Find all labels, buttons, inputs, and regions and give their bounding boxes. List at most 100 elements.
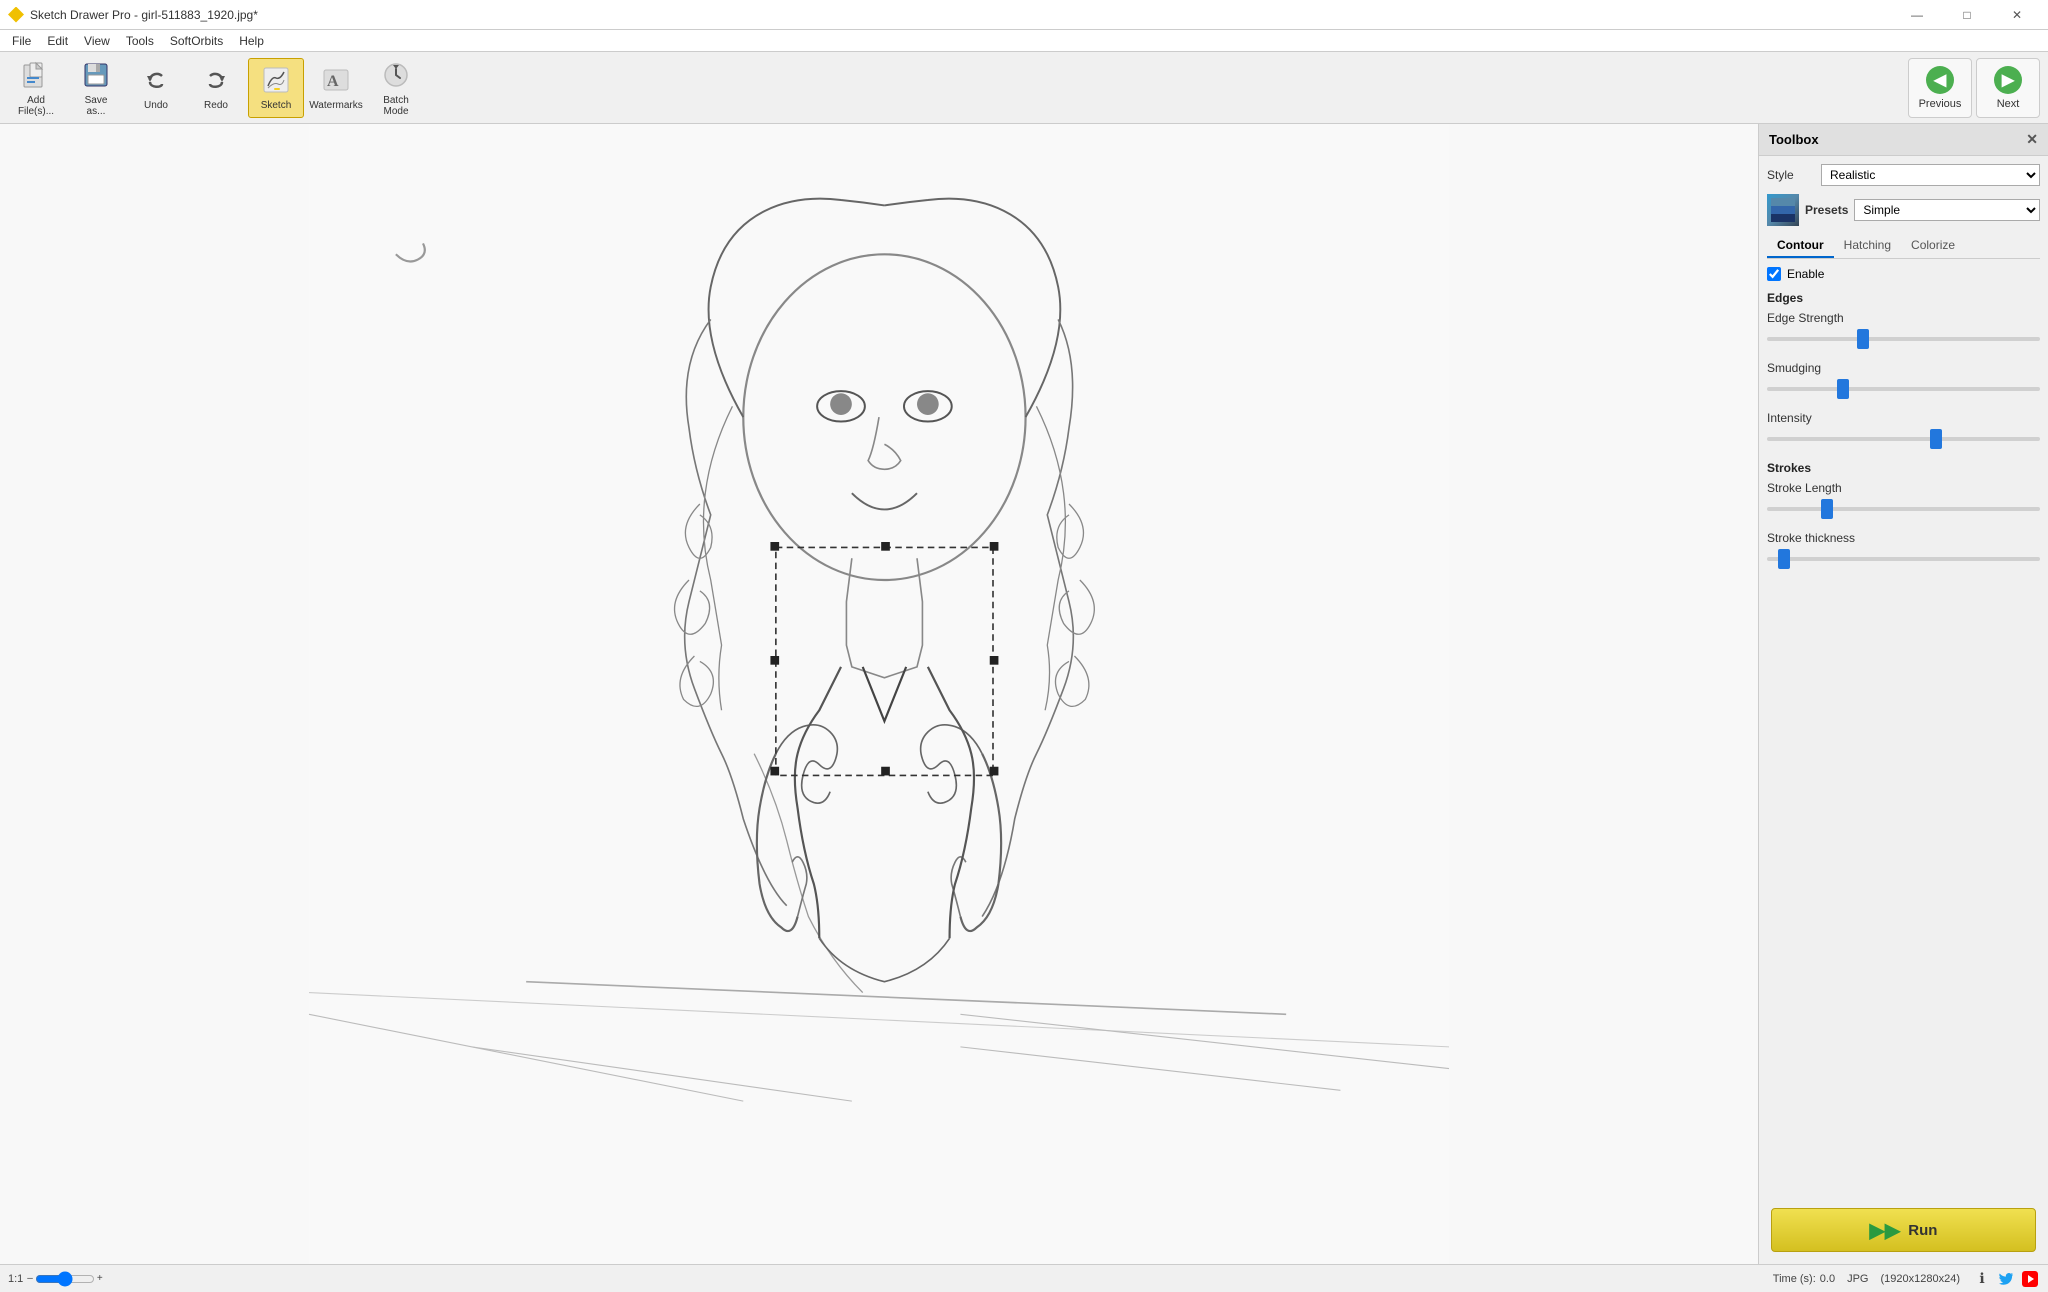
tab-contour[interactable]: Contour <box>1767 234 1834 258</box>
presets-label: Presets <box>1805 203 1848 217</box>
zoom-control-area: 1:1 – + <box>8 1271 103 1287</box>
stroke-length-thumb[interactable] <box>1821 499 1833 519</box>
stroke-thickness-slider-row: Stroke thickness <box>1767 531 2040 569</box>
svg-text:A: A <box>327 73 339 90</box>
menu-tools[interactable]: Tools <box>118 30 162 52</box>
run-button[interactable]: ▶▶ Run <box>1771 1208 2036 1252</box>
menu-edit[interactable]: Edit <box>39 30 76 52</box>
next-label: Next <box>1997 98 2020 110</box>
edge-strength-thumb[interactable] <box>1857 329 1869 349</box>
status-icons: ℹ <box>1972 1269 2040 1289</box>
status-bar: 1:1 – + Time (s): 0.0 JPG (1920x1280x24)… <box>0 1264 2048 1292</box>
toolbox-close-icon[interactable]: ✕ <box>2026 131 2038 148</box>
presets-row: Presets Simple Advanced Detailed <box>1767 194 2040 226</box>
dimensions-status: (1920x1280x24) <box>1880 1273 1960 1285</box>
save-as-button[interactable]: Save as... <box>68 58 124 118</box>
redo-icon <box>200 64 232 96</box>
tabs-row: Contour Hatching Colorize <box>1767 234 2040 259</box>
stroke-thickness-thumb[interactable] <box>1778 549 1790 569</box>
toolbar: Add File(s)... Save as... Undo Redo Sket… <box>0 52 2048 124</box>
smudging-slider-container <box>1767 379 2040 399</box>
style-label: Style <box>1767 168 1815 182</box>
app-icon <box>8 7 24 23</box>
edge-strength-label: Edge Strength <box>1767 311 2040 325</box>
zoom-slider-container: – + <box>27 1271 102 1287</box>
stroke-length-track[interactable] <box>1767 507 2040 511</box>
window-title: Sketch Drawer Pro - girl-511883_1920.jpg… <box>30 8 1894 22</box>
canvas-area[interactable] <box>0 124 1758 1264</box>
enable-checkbox[interactable] <box>1767 267 1781 281</box>
zoom-slider[interactable] <box>35 1271 95 1287</box>
strokes-section-label: Strokes <box>1767 461 2040 475</box>
tab-hatching[interactable]: Hatching <box>1834 234 1901 258</box>
zoom-plus-icon[interactable]: + <box>97 1273 103 1284</box>
time-value: 0.0 <box>1820 1273 1835 1285</box>
toolbox-content: Style Realistic Artistic Simple Presets … <box>1759 156 2048 1196</box>
stroke-length-label: Stroke Length <box>1767 481 2040 495</box>
stroke-thickness-label: Stroke thickness <box>1767 531 2040 545</box>
run-btn-container: ▶▶ Run <box>1759 1196 2048 1264</box>
add-files-label: Add File(s)... <box>18 95 54 117</box>
minimize-button[interactable]: — <box>1894 0 1940 30</box>
tab-colorize[interactable]: Colorize <box>1901 234 1965 258</box>
batch-mode-button[interactable]: Batch Mode <box>368 58 424 118</box>
toolbox-title: Toolbox <box>1769 132 1819 147</box>
sketch-button[interactable]: Sketch <box>248 58 304 118</box>
smudging-track[interactable] <box>1767 387 2040 391</box>
enable-row: Enable <box>1767 267 2040 281</box>
menu-help[interactable]: Help <box>231 30 272 52</box>
toolbar-nav: ◀ Previous ▶ Next <box>1908 58 2040 118</box>
strokes-section: Strokes Stroke Length Stroke thickness <box>1767 461 2040 569</box>
title-bar: Sketch Drawer Pro - girl-511883_1920.jpg… <box>0 0 2048 30</box>
undo-button[interactable]: Undo <box>128 58 184 118</box>
presets-select[interactable]: Simple Advanced Detailed <box>1854 199 2040 221</box>
watermarks-label: Watermarks <box>309 100 363 111</box>
twitter-icon[interactable] <box>1996 1269 2016 1289</box>
menu-softorbits[interactable]: SoftOrbits <box>162 30 231 52</box>
stroke-thickness-slider-container <box>1767 549 2040 569</box>
save-as-label: Save as... <box>85 95 108 117</box>
sketch-canvas <box>0 124 1758 1264</box>
run-label: Run <box>1908 1222 1937 1239</box>
intensity-track[interactable] <box>1767 437 2040 441</box>
enable-label: Enable <box>1787 267 1824 281</box>
style-select[interactable]: Realistic Artistic Simple <box>1821 164 2040 186</box>
close-button[interactable]: ✕ <box>1994 0 2040 30</box>
youtube-icon[interactable] <box>2020 1269 2040 1289</box>
redo-button[interactable]: Redo <box>188 58 244 118</box>
edge-strength-track[interactable] <box>1767 337 2040 341</box>
edge-strength-slider-container <box>1767 329 2040 349</box>
previous-button[interactable]: ◀ Previous <box>1908 58 1972 118</box>
main-layout: Toolbox ✕ Style Realistic Artistic Simpl… <box>0 124 2048 1264</box>
redo-label: Redo <box>204 100 228 111</box>
info-icon[interactable]: ℹ <box>1972 1269 1992 1289</box>
save-as-icon <box>80 59 112 91</box>
window-controls[interactable]: — □ ✕ <box>1894 0 2040 30</box>
format-status: JPG <box>1847 1273 1868 1285</box>
batch-mode-label: Batch Mode <box>383 95 409 117</box>
toolbox-panel: Toolbox ✕ Style Realistic Artistic Simpl… <box>1758 124 2048 1264</box>
menu-view[interactable]: View <box>76 30 118 52</box>
sketch-icon <box>260 64 292 96</box>
style-row: Style Realistic Artistic Simple <box>1767 164 2040 186</box>
maximize-button[interactable]: □ <box>1944 0 1990 30</box>
next-button[interactable]: ▶ Next <box>1976 58 2040 118</box>
add-files-button[interactable]: Add File(s)... <box>8 58 64 118</box>
smudging-label: Smudging <box>1767 361 2040 375</box>
watermarks-button[interactable]: A Watermarks <box>308 58 364 118</box>
intensity-slider-container <box>1767 429 2040 449</box>
edge-strength-slider-row: Edge Strength <box>1767 311 2040 349</box>
add-files-icon <box>20 59 52 91</box>
zoom-ratio: 1:1 <box>8 1273 23 1285</box>
stroke-length-slider-row: Stroke Length <box>1767 481 2040 519</box>
undo-label: Undo <box>144 100 168 111</box>
smudging-thumb[interactable] <box>1837 379 1849 399</box>
batch-mode-icon <box>380 59 412 91</box>
menu-file[interactable]: File <box>4 30 39 52</box>
presets-icon <box>1767 194 1799 226</box>
stroke-thickness-track[interactable] <box>1767 557 2040 561</box>
stroke-length-slider-container <box>1767 499 2040 519</box>
intensity-thumb[interactable] <box>1930 429 1942 449</box>
smudging-slider-row: Smudging <box>1767 361 2040 399</box>
zoom-minus-icon[interactable]: – <box>27 1273 33 1284</box>
